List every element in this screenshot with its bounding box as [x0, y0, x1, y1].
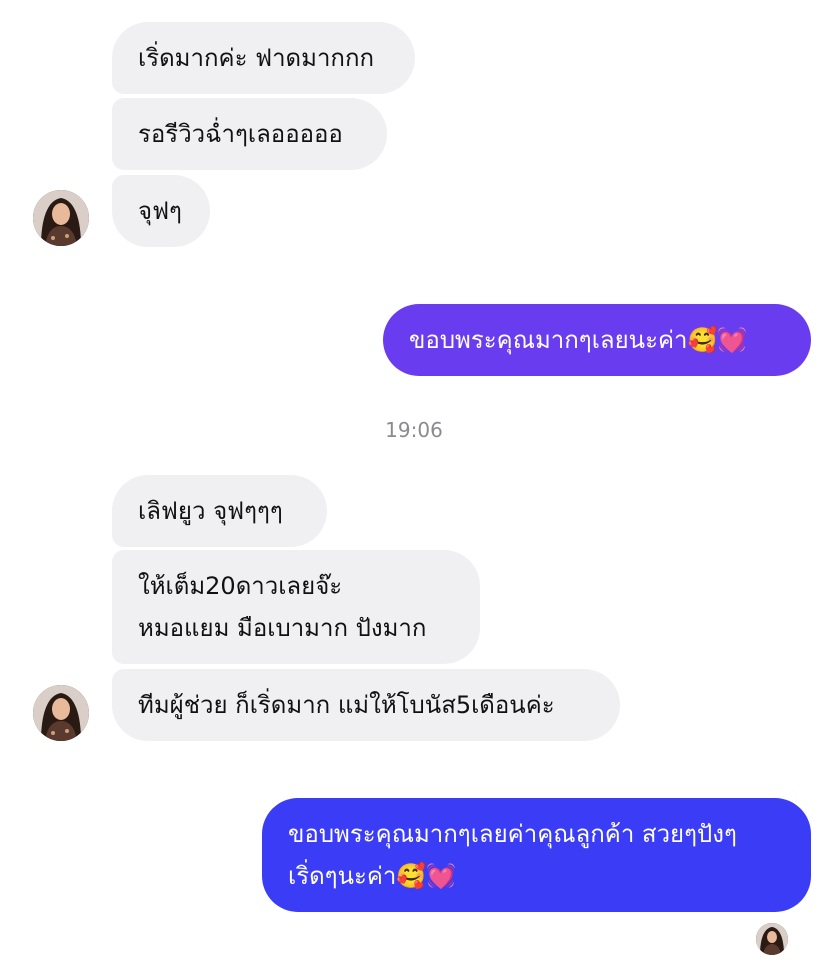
- message-bubble-outgoing-2[interactable]: ขอบพระคุณมากๆเลยค่าคุณลูกค้า สวยๆปังๆ เร…: [262, 798, 811, 912]
- timestamp: 19:06: [385, 418, 443, 442]
- message-text-line-2: เริ่ดๆนะค่า🥰💓: [288, 862, 457, 890]
- message-bubble-incoming-3[interactable]: จุฟๆ: [112, 175, 210, 247]
- message-text: ทีมผู้ช่วย ก็เริ่ดมาก แม่ให้โบนัส5เดือนค…: [138, 691, 555, 719]
- message-bubble-incoming-2[interactable]: รอรีวิวฉ่ำๆเลอออออ: [112, 98, 387, 170]
- message-text-line-2: หมอแยม มือเบามาก ปังมาก: [138, 614, 427, 642]
- message-text: เลิฟยูว จุฟๆๆๆ: [138, 497, 283, 525]
- contact-avatar-2[interactable]: [33, 685, 89, 741]
- message-bubble-incoming-6[interactable]: ทีมผู้ช่วย ก็เริ่ดมาก แม่ให้โบนัส5เดือนค…: [112, 669, 620, 741]
- message-text: เริ่ดมากค่ะ ฟาดมากกก: [138, 44, 375, 72]
- message-bubble-incoming-5[interactable]: ให้เต็ม20ดาวเลยจ๊ะ หมอแยม มือเบามาก ปังม…: [112, 550, 480, 664]
- message-bubble-incoming-1[interactable]: เริ่ดมากค่ะ ฟาดมากกก: [112, 22, 415, 94]
- seen-avatar-icon: [756, 923, 788, 955]
- message-text: จุฟๆ: [138, 197, 182, 225]
- contact-avatar[interactable]: [33, 190, 89, 246]
- message-text: ขอบพระคุณมากๆเลยนะค่า🥰💓: [409, 326, 748, 354]
- contact-avatar-icon: [33, 190, 89, 246]
- message-text: รอรีวิวฉ่ำๆเลอออออ: [138, 120, 343, 148]
- contact-avatar-icon: [33, 685, 89, 741]
- message-text-line-1: ให้เต็ม20ดาวเลยจ๊ะ: [138, 572, 343, 600]
- message-bubble-incoming-4[interactable]: เลิฟยูว จุฟๆๆๆ: [112, 475, 327, 547]
- seen-avatar: [756, 923, 788, 955]
- message-text-line-1: ขอบพระคุณมากๆเลยค่าคุณลูกค้า สวยๆปังๆ: [288, 820, 737, 848]
- message-bubble-outgoing-1[interactable]: ขอบพระคุณมากๆเลยนะค่า🥰💓: [383, 304, 811, 376]
